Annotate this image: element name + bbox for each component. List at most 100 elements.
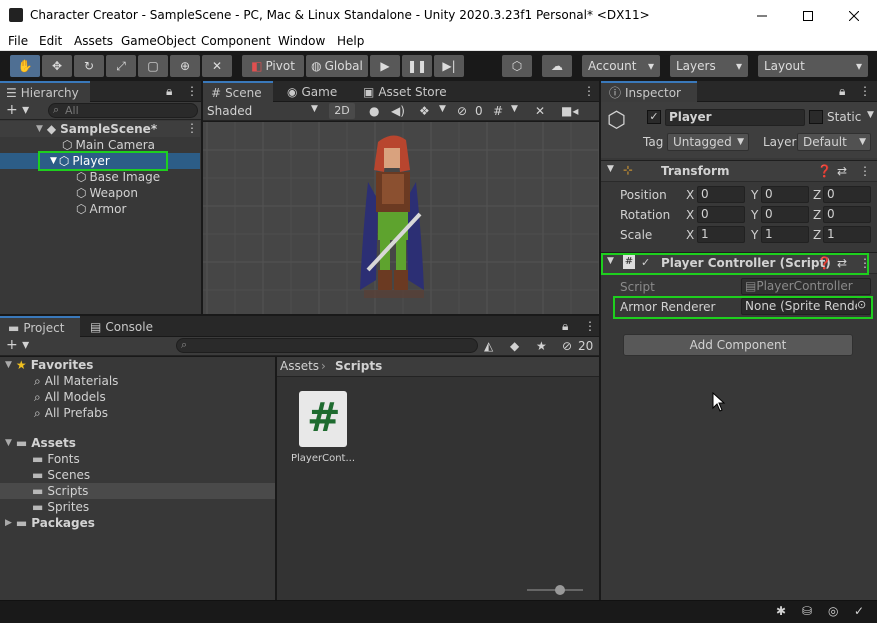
scale-x-field[interactable]: 1	[697, 226, 745, 243]
scale-tool-button[interactable]: ⤢	[106, 55, 136, 77]
position-y-field[interactable]: 0	[761, 186, 809, 203]
breadcrumb-scripts[interactable]: Scripts	[335, 359, 382, 373]
menu-assets[interactable]: Assets	[74, 34, 113, 48]
help-icon[interactable]: ❓	[817, 164, 832, 178]
label-icon[interactable]: ◆	[510, 339, 519, 353]
hierarchy-item-base-image[interactable]: ⬡ Base Image	[0, 169, 200, 185]
maximize-button[interactable]	[785, 0, 831, 31]
hidden-packages-icon[interactable]: ⊘	[562, 339, 572, 353]
toggle-2d-button[interactable]: 2D	[329, 103, 355, 119]
tab-console[interactable]: ▤ Console	[90, 316, 170, 337]
favorites-item-all-materials[interactable]: ⌕ All Materials	[0, 373, 275, 389]
tab-hierarchy[interactable]: ☰ Hierarchy	[0, 81, 90, 102]
tab-game[interactable]: ◉ Game	[287, 81, 349, 102]
close-button[interactable]	[831, 0, 877, 31]
create-icon[interactable]: + ▾	[6, 337, 29, 353]
file-player-controller[interactable]: # PlayerCont...	[287, 389, 357, 469]
folder-sprites[interactable]: ▬ Sprites	[0, 499, 275, 515]
tab-asset-store[interactable]: ▣ Asset Store	[363, 81, 453, 102]
kebab-menu-icon[interactable]: ⋮	[859, 164, 871, 178]
menu-window[interactable]: Window	[278, 34, 325, 48]
cache-server-icon[interactable]: ⛁	[802, 604, 812, 618]
lighting-icon[interactable]: ●	[369, 104, 379, 118]
zoom-slider-handle[interactable]	[555, 585, 565, 595]
tab-inspector[interactable]: ⓘ Inspector	[601, 81, 697, 102]
transform-tool-button[interactable]: ⊕	[170, 55, 200, 77]
kebab-menu-icon[interactable]: ⋮	[583, 84, 595, 98]
layers-dropdown[interactable]: Layers ▾	[670, 55, 748, 77]
dropdown-arrow-icon[interactable]: ▼	[867, 110, 874, 120]
lock-icon[interactable]: 🔒︎	[562, 319, 568, 334]
folder-scenes[interactable]: ▬ Scenes	[0, 467, 275, 483]
lock-icon[interactable]: 🔒︎	[166, 84, 172, 99]
hidden-objects-icon[interactable]: ⊘	[457, 104, 467, 118]
rect-tool-button[interactable]: ▢	[138, 55, 168, 77]
object-name-input[interactable]: Player	[665, 109, 805, 126]
tab-project[interactable]: ▬ Project	[0, 316, 80, 337]
add-icon[interactable]: + ▾	[6, 102, 29, 118]
scale-y-field[interactable]: 1	[761, 226, 809, 243]
folder-scripts[interactable]: ▬ Scripts	[0, 483, 275, 499]
static-checkbox[interactable]	[809, 110, 823, 124]
menu-component[interactable]: Component	[201, 34, 271, 48]
search-by-type-icon[interactable]: ◭	[484, 339, 493, 353]
assets-row[interactable]: ▼ ▬ Assets	[0, 435, 275, 451]
pause-button[interactable]: ❚❚	[402, 55, 432, 77]
kebab-menu-icon[interactable]: ⋮	[859, 84, 871, 98]
rotation-z-field[interactable]: 0	[823, 206, 871, 223]
transform-header[interactable]: ▼ ⊹ Transform ❓ ⇄ ⋮	[601, 160, 877, 182]
scene-menu-icon[interactable]: ⋮	[186, 121, 198, 135]
layer-dropdown[interactable]: Default ▼	[797, 133, 871, 151]
kebab-menu-icon[interactable]: ⋮	[584, 319, 596, 333]
favorites-row[interactable]: ▼ ★ Favorites	[0, 357, 275, 373]
pivot-button[interactable]: ◧ Pivot	[242, 55, 304, 77]
hierarchy-search-input[interactable]: ⌕ All	[48, 103, 198, 118]
auto-generate-lighting-icon[interactable]: ◎	[828, 604, 838, 618]
minimize-button[interactable]	[739, 0, 785, 31]
breadcrumb-assets[interactable]: Assets	[280, 359, 319, 373]
rotation-x-field[interactable]: 0	[697, 206, 745, 223]
audio-icon[interactable]: ◀)	[391, 104, 405, 118]
menu-gameobject[interactable]: GameObject	[121, 34, 196, 48]
active-checkbox[interactable]: ✓	[647, 110, 661, 124]
collab-button[interactable]: ⬡	[502, 55, 532, 77]
layout-dropdown[interactable]: Layout ▾	[758, 55, 868, 77]
camera-icon[interactable]: ■◂	[561, 104, 578, 118]
hand-tool-button[interactable]: ✋	[10, 55, 40, 77]
custom-tool-button[interactable]: ✕	[202, 55, 232, 77]
account-dropdown[interactable]: Account ▾	[582, 55, 660, 77]
hierarchy-item-armor[interactable]: ⬡ Armor	[0, 201, 200, 217]
tools-icon[interactable]: ✕	[535, 104, 545, 118]
position-z-field[interactable]: 0	[823, 186, 871, 203]
hierarchy-item-weapon[interactable]: ⬡ Weapon	[0, 185, 200, 201]
global-button[interactable]: ◍ Global	[306, 55, 368, 77]
favorites-item-all-models[interactable]: ⌕ All Models	[0, 389, 275, 405]
rotate-tool-button[interactable]: ↻	[74, 55, 104, 77]
move-tool-button[interactable]: ✥	[42, 55, 72, 77]
shading-mode-dropdown[interactable]: Shaded	[207, 104, 252, 118]
effects-icon[interactable]: ❖	[419, 104, 430, 118]
tab-scene[interactable]: # Scene	[203, 81, 273, 102]
progress-check-icon[interactable]: ✓	[854, 604, 864, 618]
scene-row[interactable]: ▼ ◆ SampleScene* ⋮	[0, 121, 200, 137]
grid-toggle-icon[interactable]: #	[493, 104, 503, 118]
folder-fonts[interactable]: ▬ Fonts	[0, 451, 275, 467]
step-button[interactable]: ▶|	[434, 55, 464, 77]
menu-file[interactable]: File	[8, 34, 28, 48]
project-search-input[interactable]: ⌕	[176, 338, 478, 353]
favorites-item-all-prefabs[interactable]: ⌕ All Prefabs	[0, 405, 275, 421]
star-icon[interactable]: ★	[536, 339, 547, 353]
kebab-menu-icon[interactable]: ⋮	[186, 84, 198, 98]
cloud-button[interactable]: ☁	[542, 55, 572, 77]
menu-edit[interactable]: Edit	[39, 34, 62, 48]
packages-row[interactable]: ▶ ▬ Packages	[0, 515, 275, 531]
scene-viewport[interactable]	[203, 122, 599, 314]
position-x-field[interactable]: 0	[697, 186, 745, 203]
menu-help[interactable]: Help	[337, 34, 364, 48]
lock-icon[interactable]: 🔒︎	[839, 84, 845, 99]
add-component-button[interactable]: Add Component	[623, 334, 853, 356]
rotation-y-field[interactable]: 0	[761, 206, 809, 223]
play-button[interactable]: ▶	[370, 55, 400, 77]
scale-z-field[interactable]: 1	[823, 226, 871, 243]
tag-dropdown[interactable]: Untagged ▼	[667, 133, 749, 151]
